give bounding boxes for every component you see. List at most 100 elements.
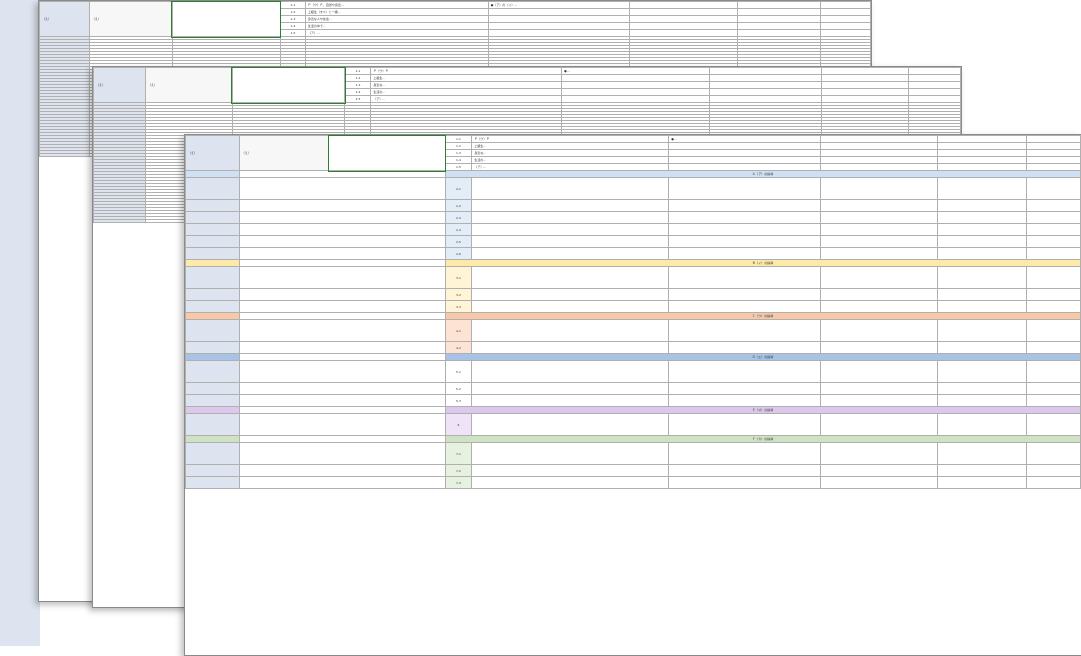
side-cell (185, 319, 240, 342)
grid-cell (820, 199, 938, 212)
blank-cell (936, 156, 1028, 164)
side-cell (185, 394, 240, 407)
blank-cell (821, 95, 909, 103)
grid-cell (1026, 177, 1081, 200)
grid-cell (820, 464, 938, 477)
blank-cell (708, 95, 823, 103)
blank-cell (708, 81, 823, 89)
grid-cell (936, 360, 1028, 383)
grid-cell (471, 300, 670, 313)
blank-cell (238, 413, 446, 436)
blank-cell (820, 142, 938, 150)
table-row: 2-4 (185, 223, 1081, 236)
grid-cell (936, 235, 1028, 248)
item-note: ●... (561, 67, 710, 75)
grid-cell (936, 341, 1028, 354)
blank-cell (907, 67, 961, 75)
blank-cell (907, 95, 961, 103)
selected-cell[interactable] (327, 135, 447, 172)
blank-cell (1026, 149, 1081, 157)
blank-cell (736, 8, 822, 16)
item-code: 1-2 (279, 8, 306, 16)
grid-cell (820, 177, 938, 200)
side-cell (185, 259, 240, 267)
grid-cell (1026, 319, 1081, 342)
item-text: 身近な... (370, 81, 563, 89)
grid-cell (668, 476, 822, 489)
grid-cell (1026, 266, 1081, 289)
item-note (487, 15, 630, 23)
item-code: 1-3 (344, 81, 372, 89)
grid-cell (668, 235, 822, 248)
blank-cell (820, 15, 871, 23)
section-header-row: Ｃ（ウ）の指導 (185, 312, 1081, 320)
grid-cell (471, 199, 670, 212)
grid-cell (39, 153, 90, 157)
side-cell (185, 353, 240, 361)
blank-cell (820, 163, 938, 171)
row-group-label: （え） (88, 1, 173, 37)
item-text: 上級生... (471, 142, 670, 150)
item-code: 2-4 (444, 223, 473, 236)
item-note (487, 29, 630, 37)
item-code: 1-3 (279, 15, 306, 23)
blank-cell (238, 341, 446, 354)
item-note (561, 95, 710, 103)
blank-cell (820, 156, 938, 164)
item-code: 6 (444, 413, 473, 436)
blank-cell (708, 67, 823, 75)
blank-cell (238, 435, 446, 443)
item-code: 1-2 (444, 142, 473, 150)
grid-cell (820, 288, 938, 301)
side-cell (185, 235, 240, 248)
section-title: Ｂ（イ）の指導 (444, 259, 1081, 267)
grid-cell (820, 319, 938, 342)
grid-cell (936, 211, 1028, 224)
item-code: 4-2 (444, 341, 473, 354)
row-group-label: （え） (145, 67, 233, 103)
blank-cell (238, 382, 446, 395)
table-row: 7-2 (185, 464, 1081, 477)
item-code: 2-3 (444, 211, 473, 224)
grid-cell (471, 464, 670, 477)
side-cell (185, 300, 240, 313)
blank-cell (820, 1, 871, 9)
grid-cell (471, 266, 670, 289)
item-code: 1-4 (444, 156, 473, 164)
grid-cell (471, 341, 670, 354)
grid-cell (1026, 341, 1081, 354)
side-cell (185, 360, 240, 383)
blank-cell (821, 67, 909, 75)
blank-cell (238, 394, 446, 407)
blank-cell (238, 442, 446, 465)
side-cell (185, 223, 240, 236)
grid-cell (936, 177, 1028, 200)
side-cell (185, 312, 240, 320)
side-cell (185, 382, 240, 395)
grid-cell (668, 177, 822, 200)
blank-cell (238, 177, 446, 200)
grid-cell (1026, 199, 1081, 212)
side-cell (185, 413, 240, 436)
table-row: 7-1 (185, 442, 1081, 465)
grid-cell (1026, 223, 1081, 236)
item-note (668, 149, 822, 157)
grid-cell (1026, 247, 1081, 260)
blank-cell (238, 223, 446, 236)
grid-cell (471, 211, 670, 224)
item-code: 1-4 (279, 22, 306, 30)
blank-cell (820, 29, 871, 37)
side-cell (185, 435, 240, 443)
table-row: 5-3 (185, 394, 1081, 407)
blank-cell (1026, 135, 1081, 143)
side-label: （え） (39, 1, 90, 37)
grid-cell (668, 247, 822, 260)
selected-cell[interactable] (231, 67, 346, 104)
blank-cell (936, 135, 1028, 143)
grid-cell (471, 177, 670, 200)
blank-cell (238, 319, 446, 342)
selected-cell[interactable] (171, 1, 282, 38)
blank-cell (820, 135, 938, 143)
blank-cell (238, 476, 446, 489)
table-row: 3-3 (185, 300, 1081, 313)
